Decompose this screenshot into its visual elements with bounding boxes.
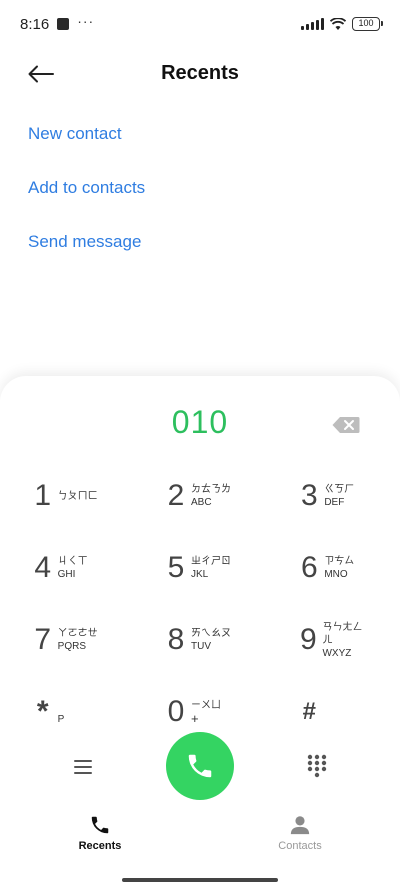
nav-recents-label: Recents: [78, 840, 122, 852]
keypad-row: 4 ㄐㄑㄒ GHI 5 ㄓㄔㄕㄖ JKL 6 ㄗㄘㄙ MNO: [0, 532, 400, 604]
key-bopomofo: ㄗㄘㄙ: [324, 556, 355, 567]
action-list: New contact Add to contacts Send message: [28, 120, 145, 282]
keypad-row: 7 ㄚㄛㄜㄝ PQRS 8 ㄞㄟㄠㄡ TUV 9 ㄢㄣㄤㄥㄦ WXYZ: [0, 604, 400, 676]
person-icon: [290, 816, 310, 835]
dialpad-icon: [307, 754, 327, 778]
key-bopomofo: ㄓㄔㄕㄖ: [190, 556, 231, 567]
key-letters: +: [190, 711, 199, 726]
key-6[interactable]: 6 ㄗㄘㄙ MNO: [267, 532, 400, 604]
key-letters: DEF: [324, 497, 345, 508]
nav-contacts-tab[interactable]: Contacts: [200, 814, 400, 862]
key-letters: MNO: [324, 569, 348, 580]
key-1[interactable]: 1 ㄅㄆㄇㄈ: [0, 460, 133, 532]
key-digit: 5: [167, 551, 185, 584]
key-digit: 4: [34, 551, 51, 584]
backspace-button[interactable]: [332, 416, 360, 434]
key-bopomofo: ㄅㄆㄇㄈ: [57, 490, 98, 502]
key-letters: PQRS: [57, 641, 86, 652]
battery-icon: 100: [352, 17, 383, 31]
key-bopomofo: ㄍㄎㄏ: [324, 484, 355, 495]
key-9[interactable]: 9 ㄢㄣㄤㄥㄦ WXYZ: [267, 604, 400, 676]
key-letters: P: [57, 713, 65, 725]
key-letters: TUV: [190, 641, 211, 652]
key-digit: 2: [167, 479, 185, 512]
key-8[interactable]: 8 ㄞㄟㄠㄡ TUV: [133, 604, 266, 676]
add-to-contacts-link[interactable]: Add to contacts: [28, 174, 145, 228]
key-7[interactable]: 7 ㄚㄛㄜㄝ PQRS: [0, 604, 133, 676]
menu-button[interactable]: [72, 756, 94, 778]
phone-recents-icon: [91, 816, 109, 834]
bottom-nav: Recents Contacts: [0, 814, 400, 862]
key-2[interactable]: 2 ㄉㄊㄋㄌ ABC: [133, 460, 266, 532]
battery-level: 100: [358, 18, 374, 28]
key-digit: 6: [300, 551, 318, 584]
key-letters: WXYZ: [322, 647, 352, 659]
key-4[interactable]: 4 ㄐㄑㄒ GHI: [0, 532, 133, 604]
key-bopomofo: ㄐㄑㄒ: [57, 556, 88, 567]
key-letters: ABC: [190, 497, 212, 508]
more-notifications-icon: ···: [77, 13, 95, 29]
key-bopomofo: ㄉㄊㄋㄌ: [190, 484, 231, 495]
key-digit: *: [36, 695, 49, 728]
key-bopomofo: ㄚㄛㄜㄝ: [57, 628, 98, 639]
nav-contacts-label: Contacts: [278, 840, 322, 852]
key-letters: GHI: [57, 569, 76, 580]
status-time: 8:16: [20, 15, 50, 33]
key-3[interactable]: 3 ㄍㄎㄏ DEF: [267, 460, 400, 532]
key-5[interactable]: 5 ㄓㄔㄕㄖ JKL: [133, 532, 266, 604]
menu-icon: [74, 760, 92, 774]
status-bar: 8:16 ··· 100: [0, 0, 400, 48]
call-controls: [0, 732, 400, 804]
phone-icon: [188, 754, 212, 778]
header: Recents: [0, 52, 400, 96]
key-bopomofo: ㄢㄣㄤㄥㄦ: [322, 621, 363, 646]
dialpad-toggle-button[interactable]: [306, 754, 328, 778]
key-bopomofo: ㄞㄟㄠㄡ: [190, 628, 231, 639]
key-digit: 1: [34, 479, 51, 512]
status-left: 8:16 ···: [20, 13, 95, 33]
key-letters: JKL: [190, 569, 209, 580]
home-indicator[interactable]: [122, 878, 278, 882]
call-button[interactable]: [166, 732, 234, 800]
notification-app-icon: [57, 18, 70, 30]
page-title: Recents: [161, 62, 239, 84]
dialer-panel: 010 1 ㄅㄆㄇㄈ 2 ㄉㄊㄋㄌ ABC 3 ㄍㄎㄏ DEF 4 ㄐㄑㄒ GHI: [0, 376, 400, 888]
keypad: 1 ㄅㄆㄇㄈ 2 ㄉㄊㄋㄌ ABC 3 ㄍㄎㄏ DEF 4 ㄐㄑㄒ GHI 5 ㄓㄔㄕ…: [0, 460, 400, 748]
key-digit: 0: [167, 695, 185, 728]
key-digit: 9: [300, 623, 317, 656]
backspace-icon: [332, 417, 360, 433]
send-message-link[interactable]: Send message: [28, 228, 145, 282]
key-digit: 8: [167, 623, 185, 656]
wifi-icon: [330, 17, 346, 30]
status-right: 100: [301, 17, 383, 31]
key-digit: #: [302, 698, 316, 725]
signal-icon: [301, 18, 324, 30]
key-digit: 7: [34, 623, 51, 656]
nav-recents-tab[interactable]: Recents: [0, 814, 200, 862]
key-digit: 3: [300, 479, 318, 512]
keypad-row: 1 ㄅㄆㄇㄈ 2 ㄉㄊㄋㄌ ABC 3 ㄍㄎㄏ DEF: [0, 460, 400, 532]
new-contact-link[interactable]: New contact: [28, 120, 145, 174]
